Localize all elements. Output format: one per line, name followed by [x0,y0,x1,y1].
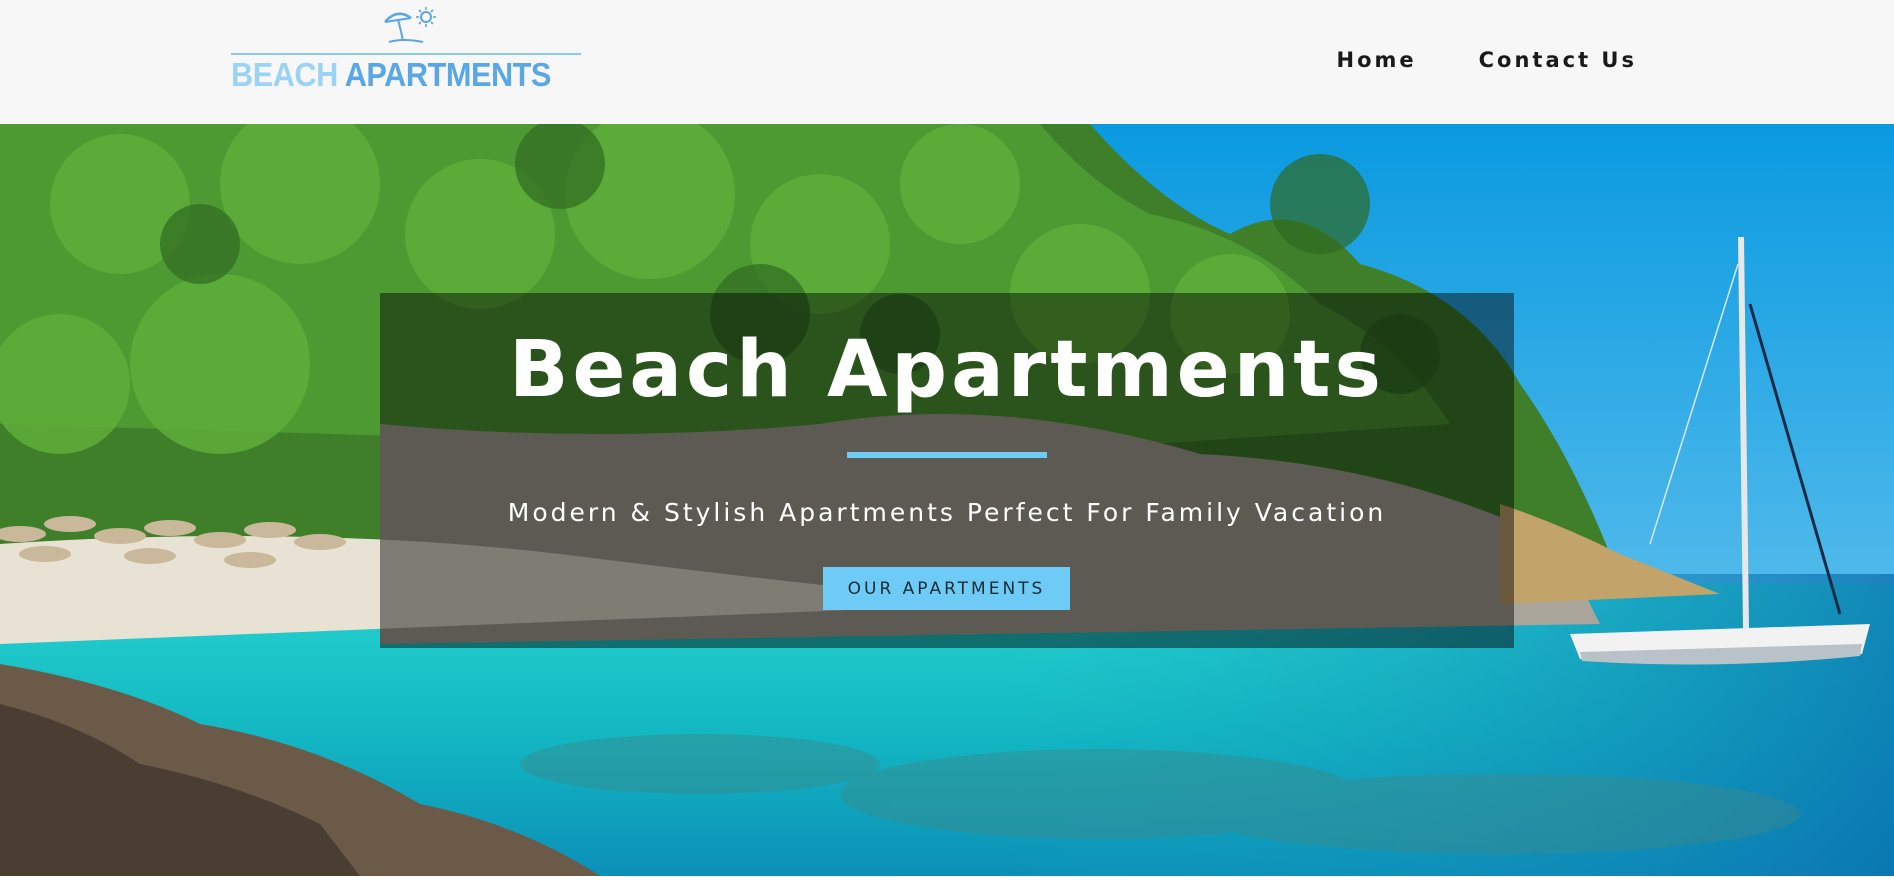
logo-word-apartments: APARTMENTS [344,56,552,93]
logo-word-beach: BEACH [231,56,338,93]
our-apartments-button[interactable]: OUR APARTMENTS [823,567,1070,610]
nav-contact-us[interactable]: Contact Us [1479,48,1637,72]
hero-subtitle: Modern & Stylish Apartments Perfect For … [507,498,1387,527]
nav-home[interactable]: Home [1337,48,1417,72]
hero-section: Beach Apartments Modern & Stylish Apartm… [0,124,1894,876]
main-nav: Home Contact Us [1337,48,1638,72]
hero-overlay: Beach Apartments Modern & Stylish Apartm… [380,293,1514,648]
logo-divider [231,53,581,55]
site-logo[interactable]: BEACH APARTMENTS [231,6,581,98]
hero-title: Beach Apartments [509,325,1385,415]
hero-title-underline [847,452,1047,458]
page-bottom-strip [0,876,1894,887]
beach-umbrella-sun-icon [384,7,436,43]
logo-wordmark: BEACH APARTMENTS [231,56,557,94]
site-header: BEACH APARTMENTS Home Contact Us [0,0,1894,124]
